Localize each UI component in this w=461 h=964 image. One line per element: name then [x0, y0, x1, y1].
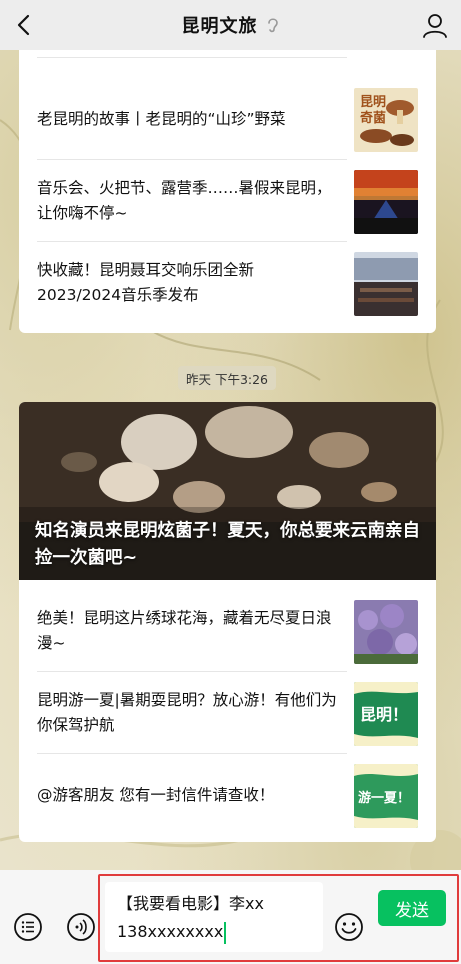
article-title: 绝美！昆明这片绣球花海，藏着无尽夏日浪漫~: [37, 609, 332, 652]
message-timestamp: 昨天 下午3:26: [178, 366, 276, 390]
thumb-text: 昆明: [360, 94, 386, 110]
list-item[interactable]: @游客朋友 您有一封信件请查收！ 游一夏！: [37, 754, 418, 836]
article-thumbnail: [354, 600, 418, 664]
article-title: @游客朋友 您有一封信件请查收！: [37, 785, 275, 804]
list-item[interactable]: 昆明游一夏|暑期耍昆明？放心游！有他们为你保驾护航 昆明！: [37, 672, 418, 754]
article-thumbnail: 昆明 奇菌: [354, 88, 418, 152]
article-thumbnail: 昆明！: [354, 682, 418, 746]
article-thumbnail: 游一夏！: [354, 764, 418, 828]
message-input-line-1: 【我要看电影】李xx: [117, 894, 264, 913]
article-card: 知名演员来昆明炫菌子！夏天，你总要来云南亲自捡一次菌吧~ 绝美！昆明这片绣球花海…: [19, 402, 436, 842]
list-item[interactable]: 老昆明的故事丨老昆明的“山珍”野菜 昆明 奇菌: [37, 78, 418, 160]
page-title: 昆明文旅: [181, 16, 258, 37]
article-thumbnail: [354, 252, 418, 316]
thumb-text: 游一夏！: [358, 790, 410, 806]
hero-title: 知名演员来昆明炫菌子！夏天，你总要来云南亲自捡一次菌吧~: [35, 521, 420, 568]
list-item[interactable]: 绝美！昆明这片绣球花海，藏着无尽夏日浪漫~: [37, 590, 418, 672]
voice-input-icon[interactable]: [66, 912, 96, 942]
list-item[interactable]: 音乐会、火把节、露营季……暑假来昆明，让你嗨不停~: [37, 160, 418, 242]
hero-article[interactable]: 知名演员来昆明炫菌子！夏天，你总要来云南亲自捡一次菌吧~: [19, 402, 436, 580]
user-profile-icon[interactable]: [421, 11, 449, 39]
thumb-text: 奇菌: [360, 110, 386, 126]
text-caret: [224, 921, 227, 944]
ear-icon: [267, 18, 278, 33]
article-title: 昆明游一夏|暑期耍昆明？放心游！有他们为你保驾护航: [37, 691, 337, 734]
divider: [37, 57, 347, 58]
menu-list-icon[interactable]: [13, 912, 43, 942]
message-input-line-2: 138xxxxxxxx: [117, 918, 323, 946]
list-item[interactable]: 快收藏！昆明聂耳交响乐团全新2023/2024音乐季发布: [37, 242, 418, 324]
back-arrow-icon[interactable]: [10, 10, 40, 40]
article-title: 快收藏！昆明聂耳交响乐团全新2023/2024音乐季发布: [37, 261, 255, 304]
message-input[interactable]: 【我要看电影】李xx 138xxxxxxxx: [105, 882, 323, 952]
highlighted-input-region: 【我要看电影】李xx 138xxxxxxxx 发送: [98, 874, 459, 962]
send-button[interactable]: 发送: [378, 890, 446, 926]
top-nav-bar: 昆明文旅: [0, 0, 461, 50]
article-title: 老昆明的故事丨老昆明的“山珍”野菜: [37, 109, 286, 128]
thumb-text: 昆明！: [360, 705, 408, 724]
article-thumbnail: [354, 170, 418, 234]
message-input-line-2-text: 138xxxxxxxx: [117, 922, 224, 941]
article-title: 音乐会、火把节、露营季……暑假来昆明，让你嗨不停~: [37, 179, 332, 222]
